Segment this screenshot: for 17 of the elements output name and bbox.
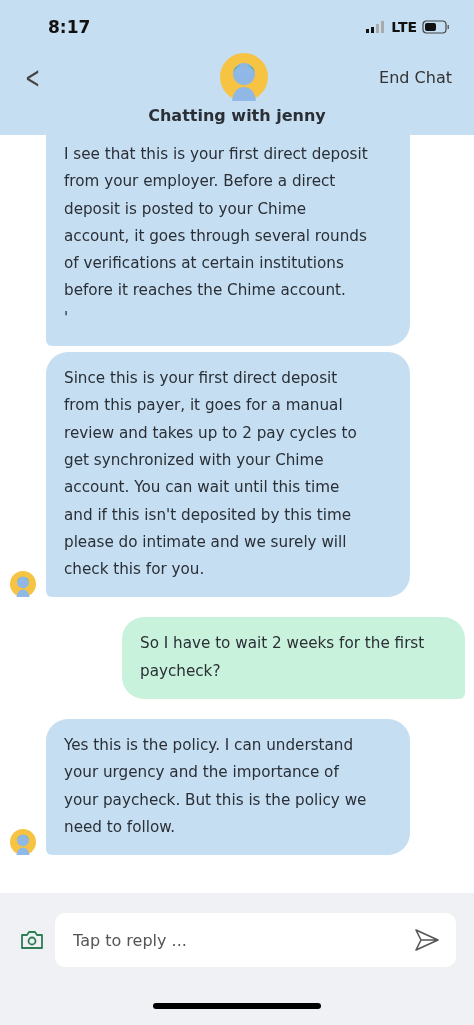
network-label: LTE xyxy=(391,19,417,35)
avatar-icon xyxy=(10,829,36,856)
battery-icon xyxy=(422,20,450,34)
agent-message: Yes this is the policy. I can understand your urgency and the importance of your paycheck. But this is the policy we need to follow. xyxy=(46,719,410,856)
back-button[interactable]: < xyxy=(22,59,43,95)
user-message: So I have to wait 2 weeks for the first paycheck? xyxy=(122,617,465,700)
avatar-icon xyxy=(10,571,36,598)
reply-field[interactable]: Tap to reply ... xyxy=(55,913,456,967)
signal-icon xyxy=(366,21,387,33)
agent-message: Since this is your first direct deposit from this payer, it goes for a manual review and takes up to 2 pay cycles to get synchronized with your Chime account. You can wait until this time and if this isn't deposited by this time please do intimate and we surely will check this for you. xyxy=(46,352,410,598)
avatar-icon xyxy=(220,53,269,101)
camera-icon[interactable] xyxy=(20,930,44,950)
status-time: 8:17 xyxy=(48,17,91,37)
chat-title: Chatting with jenny xyxy=(147,106,327,125)
send-icon[interactable] xyxy=(414,928,440,952)
agent-message: I see that this is your first direct deposit from your employer. Before a direct deposit is posted to your Chime account, it goes through several rounds of verifications at certain institutions before it reaches the Chime account. ' xyxy=(46,135,410,347)
end-chat-button[interactable]: End Chat xyxy=(379,67,452,87)
